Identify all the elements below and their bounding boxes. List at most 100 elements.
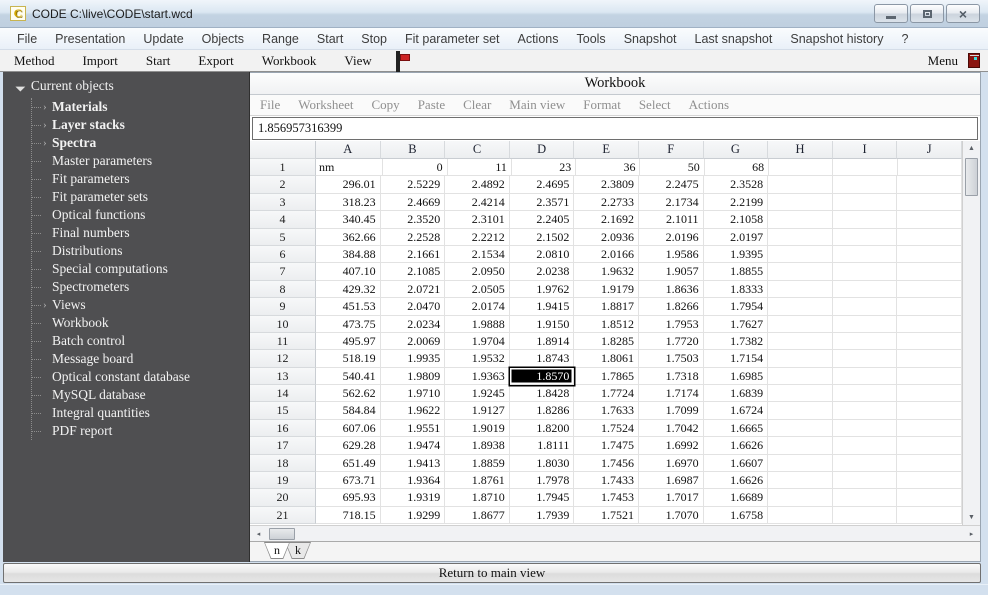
- table-cell[interactable]: 1.8061: [574, 350, 639, 368]
- table-cell[interactable]: 384.88: [316, 245, 381, 264]
- table-cell[interactable]: 2.4214: [445, 193, 510, 212]
- table-cell[interactable]: 1.8859: [445, 454, 510, 473]
- menu-item-range[interactable]: Range: [253, 29, 308, 49]
- table-cell[interactable]: 1.9762: [509, 280, 575, 299]
- table-cell[interactable]: 584.84: [316, 402, 381, 420]
- table-cell[interactable]: 1.9299: [380, 506, 446, 525]
- row-header-4[interactable]: 4: [250, 211, 316, 229]
- table-cell[interactable]: [832, 332, 898, 351]
- table-cell[interactable]: 651.49: [316, 454, 381, 473]
- vertical-scroll-thumb[interactable]: [965, 158, 978, 196]
- table-cell[interactable]: [832, 245, 898, 264]
- return-to-main-view-button[interactable]: Return to main view: [3, 563, 981, 583]
- table-cell[interactable]: [897, 211, 962, 229]
- column-header-E[interactable]: E: [574, 141, 639, 159]
- table-cell[interactable]: [768, 228, 833, 246]
- table-cell[interactable]: [832, 315, 898, 333]
- table-cell[interactable]: 2.0234: [380, 315, 446, 333]
- table-cell[interactable]: [833, 159, 898, 177]
- table-cell[interactable]: [897, 263, 962, 281]
- table-cell[interactable]: 2.0196: [638, 228, 704, 246]
- row-header-8[interactable]: 8: [250, 280, 316, 299]
- expand-chevron-icon[interactable]: ›: [43, 300, 52, 311]
- formula-bar[interactable]: 1.856957316399: [252, 117, 978, 140]
- table-cell[interactable]: [897, 245, 962, 264]
- column-header-F[interactable]: F: [638, 141, 704, 159]
- close-button[interactable]: ×: [946, 4, 980, 23]
- table-cell[interactable]: 518.19: [316, 350, 381, 368]
- minimize-button[interactable]: [874, 4, 908, 23]
- table-cell[interactable]: 2.5229: [380, 176, 446, 194]
- table-cell[interactable]: [832, 176, 898, 194]
- table-cell[interactable]: 562.62: [316, 385, 381, 403]
- sidebar-item-spectrometers[interactable]: Spectrometers: [32, 278, 249, 296]
- sidebar-item-mysql-database[interactable]: MySQL database: [32, 386, 249, 404]
- table-cell[interactable]: 1.7456: [574, 454, 639, 473]
- row-header-20[interactable]: 20: [250, 489, 316, 507]
- table-cell[interactable]: [897, 332, 962, 351]
- row-header-13[interactable]: 13: [250, 367, 316, 386]
- scroll-right-icon[interactable]: ▸: [963, 526, 980, 541]
- row-header-2[interactable]: 2: [250, 176, 316, 194]
- table-cell[interactable]: [768, 298, 833, 316]
- table-cell[interactable]: 1.6724: [703, 402, 769, 420]
- workbook-menu-main-view[interactable]: Main view: [509, 97, 565, 113]
- row-header-11[interactable]: 11: [250, 332, 316, 351]
- column-header-A[interactable]: A: [316, 141, 381, 159]
- table-cell[interactable]: 1.8914: [509, 332, 575, 351]
- table-cell[interactable]: [897, 437, 962, 455]
- table-cell[interactable]: 2.0810: [509, 245, 575, 264]
- table-cell[interactable]: 2.3809: [574, 176, 639, 194]
- table-cell[interactable]: 1.7724: [574, 385, 639, 403]
- table-cell[interactable]: 1.9710: [380, 385, 446, 403]
- table-cell[interactable]: 1.9395: [703, 245, 769, 264]
- table-cell[interactable]: 68: [704, 159, 770, 177]
- table-cell[interactable]: 2.1058: [703, 211, 769, 229]
- table-cell[interactable]: [768, 315, 833, 333]
- table-cell[interactable]: 1.9415: [509, 298, 575, 316]
- menu-item-fit-parameter-set[interactable]: Fit parameter set: [396, 29, 508, 49]
- table-cell[interactable]: 1.7099: [638, 402, 704, 420]
- table-cell[interactable]: [768, 385, 833, 403]
- table-cell[interactable]: [832, 472, 898, 490]
- sidebar-item-workbook[interactable]: Workbook: [32, 314, 249, 332]
- workbook-menu-copy[interactable]: Copy: [372, 97, 400, 113]
- menu-item-start[interactable]: Start: [308, 29, 352, 49]
- table-cell[interactable]: 1.7945: [509, 489, 575, 507]
- table-cell[interactable]: 2.3520: [380, 211, 446, 229]
- maximize-button[interactable]: [910, 4, 944, 23]
- sidebar-item-optical-functions[interactable]: Optical functions: [32, 206, 249, 224]
- table-cell[interactable]: [897, 402, 962, 420]
- table-cell[interactable]: [832, 228, 898, 246]
- table-cell[interactable]: 1.9809: [380, 367, 446, 386]
- table-cell[interactable]: 1.7433: [574, 472, 639, 490]
- row-header-12[interactable]: 12: [250, 350, 316, 368]
- menu-item-snapshot-history[interactable]: Snapshot history: [781, 29, 892, 49]
- table-cell[interactable]: 296.01: [316, 176, 381, 194]
- table-cell[interactable]: [832, 263, 898, 281]
- sidebar-item-message-board[interactable]: Message board: [32, 350, 249, 368]
- table-cell[interactable]: [832, 298, 898, 316]
- table-cell[interactable]: 1.9935: [380, 350, 446, 368]
- table-cell[interactable]: 1.9551: [380, 419, 446, 438]
- table-cell[interactable]: 1.6758: [703, 506, 769, 525]
- table-cell[interactable]: 1.8286: [509, 402, 575, 420]
- table-cell[interactable]: 1.6992: [638, 437, 704, 455]
- table-cell[interactable]: 1.9150: [509, 315, 575, 333]
- sidebar-item-spectra[interactable]: › Spectra: [32, 134, 249, 152]
- column-header-J[interactable]: J: [897, 141, 962, 159]
- sidebar-item-distributions[interactable]: Distributions: [32, 242, 249, 260]
- row-header-21[interactable]: 21: [250, 506, 316, 525]
- horizontal-scroll-thumb[interactable]: [269, 527, 295, 540]
- table-cell[interactable]: [768, 402, 833, 420]
- sidebar-item-optical-constant-database[interactable]: Optical constant database: [32, 368, 249, 386]
- table-cell[interactable]: 1.8333: [703, 280, 769, 299]
- expand-chevron-icon[interactable]: ›: [43, 138, 52, 149]
- column-header-G[interactable]: G: [703, 141, 769, 159]
- workbook-menu-format[interactable]: Format: [583, 97, 621, 113]
- row-header-3[interactable]: 3: [250, 193, 316, 212]
- table-cell[interactable]: 1.7954: [703, 298, 769, 316]
- table-cell[interactable]: [768, 506, 833, 525]
- table-cell[interactable]: 2.1011: [638, 211, 704, 229]
- table-cell[interactable]: 1.6985: [703, 367, 769, 386]
